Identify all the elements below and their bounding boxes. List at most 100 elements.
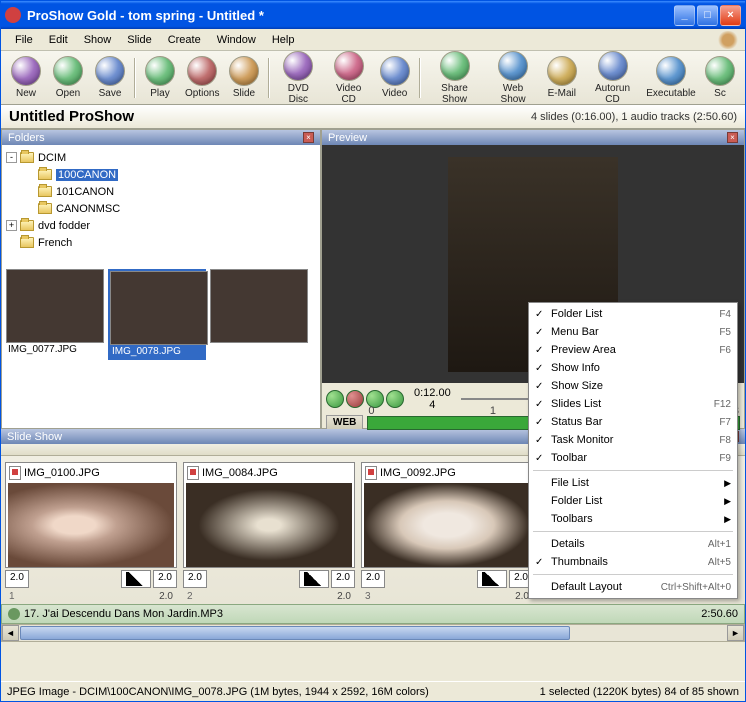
status-left: JPEG Image - DCIM\100CANON\IMG_0078.JPG …	[7, 686, 429, 698]
menu-item-show-size[interactable]: ✓Show Size	[531, 377, 735, 395]
toolbar-play-button[interactable]: Play	[139, 54, 181, 101]
menu-slide[interactable]: Slide	[119, 32, 159, 48]
toolbar-open-button[interactable]: Open	[47, 54, 89, 101]
transition-button[interactable]	[299, 570, 329, 588]
audio-icon	[8, 608, 20, 620]
titlebar[interactable]: ProShow Gold - tom spring - Untitled * _…	[1, 1, 745, 29]
expand-icon[interactable]: -	[6, 152, 17, 163]
tree-item[interactable]: +dvd fodder	[6, 217, 316, 234]
check-icon: ✓	[535, 345, 543, 356]
transition-duration[interactable]: 2.0	[331, 570, 355, 588]
share-show-icon	[440, 51, 470, 81]
menu-item-task-monitor[interactable]: ✓Task MonitorF8	[531, 431, 735, 449]
transition-icon	[482, 572, 502, 586]
audio-track[interactable]: 17. J'ai Descendu Dans Mon Jardin.MP3 2:…	[1, 604, 745, 624]
file-thumbnail[interactable]: IMG_0078.JPG	[108, 269, 206, 360]
thumbnail-image	[210, 269, 308, 343]
tree-item[interactable]: 100CANON	[6, 166, 316, 183]
folder-tree[interactable]: -DCIM100CANON101CANONCANONMSC+dvd fodder…	[2, 145, 320, 265]
toolbar-save-button[interactable]: Save	[89, 54, 131, 101]
video-icon	[380, 56, 410, 86]
slide[interactable]: IMG_0100.JPG2.02.012.0	[5, 462, 177, 586]
menu-item-toolbars[interactable]: Toolbars▶	[531, 510, 735, 528]
tree-item[interactable]: French	[6, 234, 316, 251]
menu-edit[interactable]: Edit	[41, 32, 76, 48]
close-folders-button[interactable]: ×	[303, 132, 314, 143]
tree-item[interactable]: 101CANON	[6, 183, 316, 200]
menu-item-status-bar[interactable]: ✓Status BarF7	[531, 413, 735, 431]
menu-item-preview-area[interactable]: ✓Preview AreaF6	[531, 341, 735, 359]
transition-button[interactable]	[477, 570, 507, 588]
web-show-icon	[498, 51, 528, 81]
toolbar: NewOpenSavePlayOptionsSlideDVD DiscVideo…	[1, 51, 745, 105]
context-menu[interactable]: ✓Folder ListF4✓Menu BarF5✓Preview AreaF6…	[528, 302, 738, 599]
menu-create[interactable]: Create	[160, 32, 209, 48]
menu-show[interactable]: Show	[76, 32, 120, 48]
minimize-button[interactable]: _	[674, 5, 695, 26]
menu-item-menu-bar[interactable]: ✓Menu BarF5	[531, 323, 735, 341]
show-stats: 4 slides (0:16.00), 1 audio tracks (2:50…	[531, 111, 737, 123]
transition-icon	[304, 572, 324, 586]
toolbar-options-button[interactable]: Options	[181, 54, 223, 101]
play-icon	[145, 56, 175, 86]
scroll-left-button[interactable]: ◄	[2, 625, 19, 641]
close-button[interactable]: ×	[720, 5, 741, 26]
tree-item[interactable]: -DCIM	[6, 149, 316, 166]
play-button[interactable]	[326, 390, 344, 408]
menu-item-file-list[interactable]: File List▶	[531, 474, 735, 492]
transition-button[interactable]	[121, 570, 151, 588]
options-icon	[187, 56, 217, 86]
menu-item-thumbnails[interactable]: ✓ThumbnailsAlt+5	[531, 553, 735, 571]
menu-item-details[interactable]: DetailsAlt+1	[531, 535, 735, 553]
toolbar-video-button[interactable]: Video	[374, 54, 416, 101]
toolbar-video-cd-button[interactable]: Video CD	[324, 51, 374, 105]
menu-file[interactable]: File	[7, 32, 41, 48]
page-icon	[9, 466, 21, 480]
check-icon: ✓	[535, 417, 543, 428]
preview-header: Preview ×	[322, 130, 744, 145]
window-title: ProShow Gold - tom spring - Untitled *	[27, 8, 674, 23]
toolbar-sc-button[interactable]: Sc	[699, 54, 741, 101]
toolbar-e-mail-button[interactable]: E-Mail	[541, 54, 583, 101]
app-icon	[5, 7, 21, 23]
transition-duration[interactable]: 2.0	[153, 570, 177, 588]
toolbar-slide-button[interactable]: Slide	[223, 54, 265, 101]
close-preview-button[interactable]: ×	[727, 132, 738, 143]
menu-item-folder-list[interactable]: Folder List▶	[531, 492, 735, 510]
horizontal-scrollbar[interactable]: ◄ ►	[1, 624, 745, 642]
menu-window[interactable]: Window	[209, 32, 264, 48]
check-icon: ✓	[535, 435, 543, 446]
toolbar-executable-button[interactable]: Executable	[642, 54, 699, 101]
menu-item-default-layout[interactable]: Default LayoutCtrl+Shift+Alt+0	[531, 578, 735, 596]
menu-item-show-info[interactable]: ✓Show Info	[531, 359, 735, 377]
slide[interactable]: IMG_0092.JPG2.02.032.0	[361, 462, 533, 586]
expand-icon[interactable]: +	[6, 220, 17, 231]
toolbar-dvd-disc-button[interactable]: DVD Disc	[273, 51, 324, 105]
toolbar-web-show-button[interactable]: Web Show	[485, 51, 540, 105]
page-icon	[365, 466, 377, 480]
menu-item-toolbar[interactable]: ✓ToolbarF9	[531, 449, 735, 467]
toolbar-autorun-cd-button[interactable]: Autorun CD	[583, 51, 642, 105]
toolbar-new-button[interactable]: New	[5, 54, 47, 101]
stop-button[interactable]	[346, 390, 364, 408]
slide-duration[interactable]: 2.0	[5, 570, 29, 588]
folder-icon	[20, 220, 34, 231]
toolbar-share-show-button[interactable]: Share Show	[424, 51, 486, 105]
menu-item-folder-list[interactable]: ✓Folder ListF4	[531, 305, 735, 323]
file-list[interactable]: IMG_0077.JPGIMG_0078.JPG	[2, 265, 320, 428]
file-thumbnail[interactable]	[210, 269, 308, 360]
status-right: 1 selected (1220K bytes) 84 of 85 shown	[540, 686, 739, 698]
menu-item-slides-list[interactable]: ✓Slides ListF12	[531, 395, 735, 413]
audio-duration: 2:50.60	[701, 608, 738, 620]
maximize-button[interactable]: □	[697, 5, 718, 26]
menu-help[interactable]: Help	[264, 32, 303, 48]
slide-icon	[229, 56, 259, 86]
scroll-right-button[interactable]: ►	[727, 625, 744, 641]
slide-duration[interactable]: 2.0	[361, 570, 385, 588]
slide[interactable]: IMG_0084.JPG2.02.022.0	[183, 462, 355, 586]
file-thumbnail[interactable]: IMG_0077.JPG	[6, 269, 104, 360]
web-label[interactable]: WEB	[326, 415, 363, 430]
slide-duration[interactable]: 2.0	[183, 570, 207, 588]
tree-item[interactable]: CANONMSC	[6, 200, 316, 217]
scroll-thumb[interactable]	[20, 626, 570, 640]
